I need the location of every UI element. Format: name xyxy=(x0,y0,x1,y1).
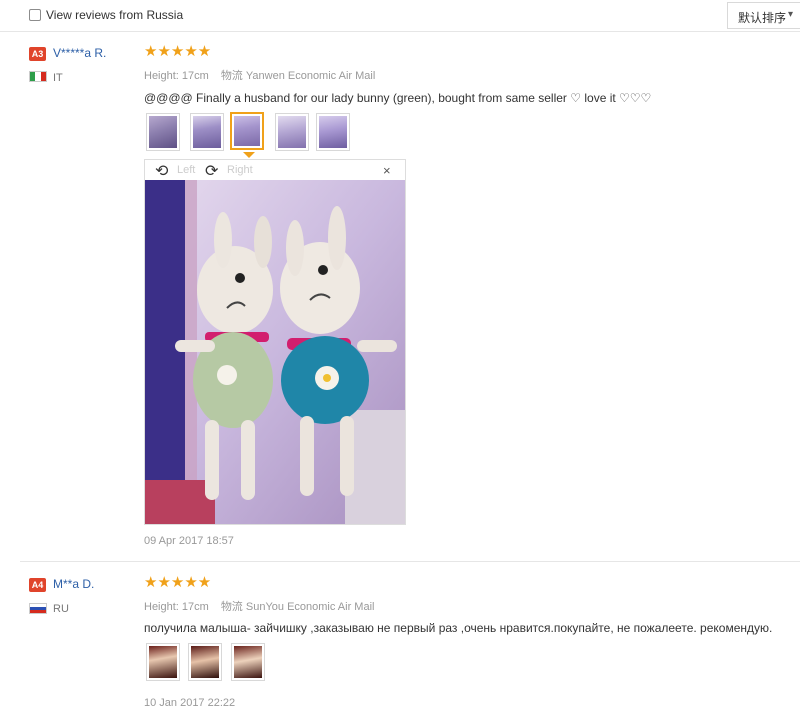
viewer-toolbar: ⟲ Left ⟳ Right × xyxy=(145,160,405,180)
reviewer-country: RU xyxy=(53,603,69,615)
rank-badge: A3 xyxy=(29,47,46,61)
item-height: Height: 17cm xyxy=(144,70,209,82)
bunny-photo-image xyxy=(145,180,405,524)
rank-badge: A4 xyxy=(29,578,46,592)
review-photo-thumbnail[interactable] xyxy=(316,113,350,151)
review-date: 09 Apr 2017 18:57 xyxy=(144,535,234,547)
review-photo-thumbnail[interactable] xyxy=(275,113,309,151)
order-info: Height: 17cm 物流 SunYou Economic Air Mail xyxy=(144,598,374,614)
review-photo-thumbnail-active[interactable] xyxy=(230,112,264,150)
rotate-left-icon[interactable]: ⟲ xyxy=(155,161,168,181)
rotate-left-label[interactable]: Left xyxy=(177,164,195,176)
close-icon[interactable]: × xyxy=(383,163,391,178)
review-photo-large xyxy=(145,180,405,524)
active-thumbnail-pointer xyxy=(243,152,255,158)
star-rating: ★★★★★ xyxy=(144,43,212,60)
shipping-method: SunYou Economic Air Mail xyxy=(245,601,375,613)
review-photo-thumbnail[interactable] xyxy=(190,113,224,151)
photo-viewer: ⟲ Left ⟳ Right × xyxy=(144,159,406,525)
shipping-label: 物流 xyxy=(220,601,243,613)
review-photo-thumbnail[interactable] xyxy=(188,643,222,681)
shipping-method: Yanwen Economic Air Mail xyxy=(245,70,376,82)
order-info: Height: 17cm 物流 Yanwen Economic Air Mail xyxy=(144,67,375,83)
reviewer-country: IT xyxy=(53,72,63,84)
shipping-label: 物流 xyxy=(220,70,243,82)
review-photo-thumbnail[interactable] xyxy=(146,113,180,151)
italy-flag-icon xyxy=(29,71,47,82)
russia-flag-icon xyxy=(29,603,47,614)
review-comment: @@@@ Finally a husband for our lady bunn… xyxy=(144,91,652,105)
reviewer-name[interactable]: M**a D. xyxy=(53,577,94,591)
item-height: Height: 17cm xyxy=(144,601,209,613)
review-item: A4 M**a D. RU ★★★★★ Height: 17cm 物流 SunYo… xyxy=(0,562,800,720)
reviewer-name[interactable]: V*****a R. xyxy=(53,46,106,60)
star-rating: ★★★★★ xyxy=(144,574,212,591)
review-photo-thumbnail[interactable] xyxy=(146,643,180,681)
review-comment: получила малыша- зайчишку ,заказываю не … xyxy=(144,621,773,635)
review-item: A3 V*****a R. IT ★★★★★ Height: 17cm 物流 Ya… xyxy=(0,0,800,560)
rotate-right-icon[interactable]: ⟳ xyxy=(205,161,218,181)
review-date: 10 Jan 2017 22:22 xyxy=(144,697,236,709)
review-photo-thumbnail[interactable] xyxy=(231,643,265,681)
rotate-right-label[interactable]: Right xyxy=(227,164,253,176)
